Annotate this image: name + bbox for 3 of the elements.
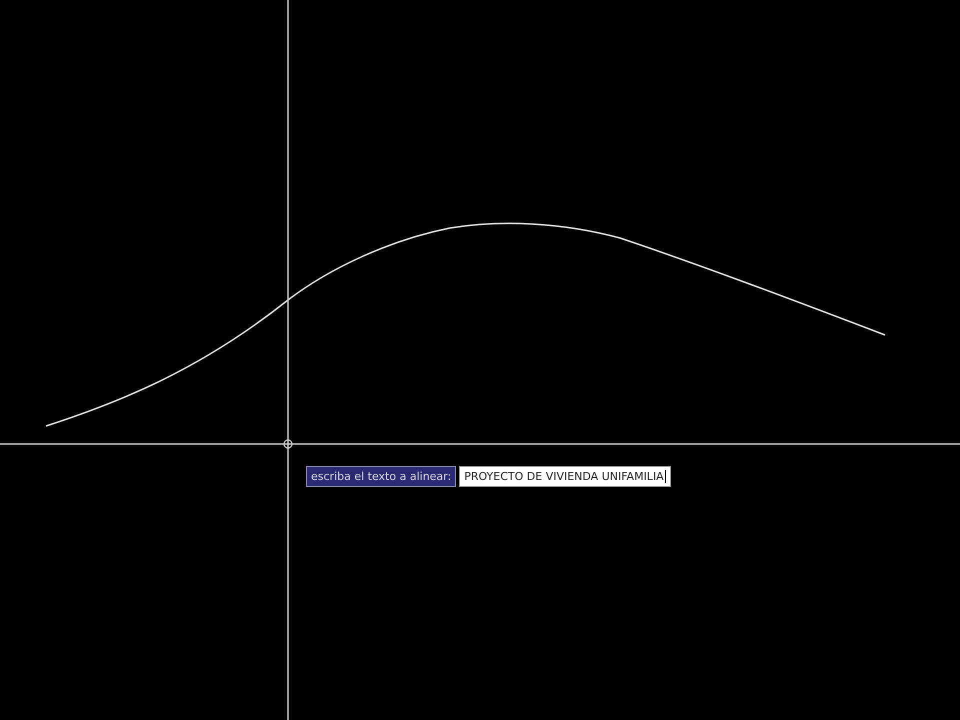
crosshair-cursor[interactable] bbox=[0, 0, 960, 720]
text-input-field[interactable]: PROYECTO DE VIVIENDA UNIFAMILIA bbox=[459, 466, 671, 487]
command-prompt: escriba el texto a alinear: bbox=[306, 466, 456, 487]
